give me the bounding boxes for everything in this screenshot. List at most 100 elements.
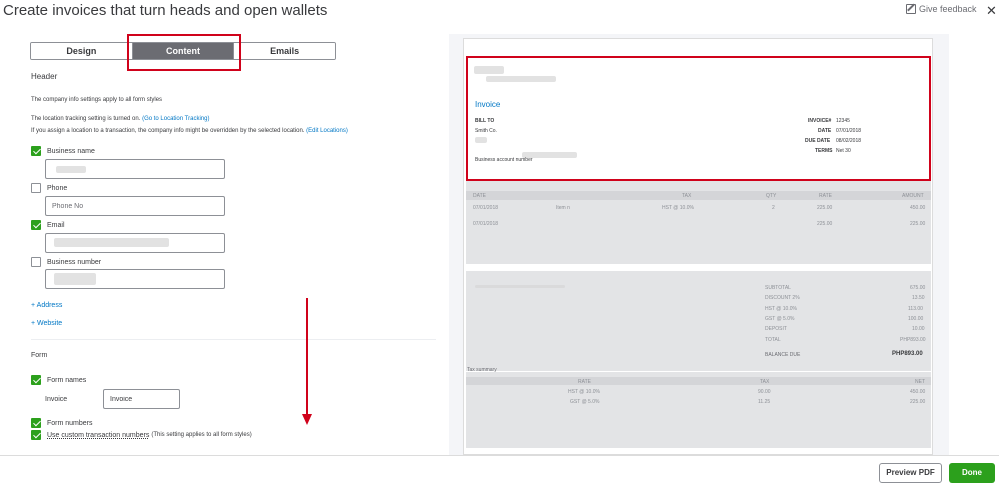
form-names-row: Form names — [31, 375, 86, 385]
tax-summary-title: Tax summary — [467, 367, 497, 373]
row2-amount: 225.00 — [910, 221, 926, 227]
business-name-row: Business name — [31, 146, 95, 156]
tax-col-net: NET — [915, 379, 925, 385]
content-tab-highlight-box — [127, 34, 241, 71]
tax-row2-rate: GST @ 5.0% — [570, 399, 600, 405]
due-date-value: 08/02/2018 — [836, 138, 862, 144]
discount-value: 13.50 — [912, 295, 925, 301]
tab-design[interactable]: Design — [31, 43, 133, 59]
custom-numbers-note: (This setting applies to all form styles… — [151, 432, 252, 438]
email-row: Email — [31, 220, 65, 230]
hst-label: HST @ 10.0% — [765, 306, 797, 312]
col-date: DATE — [473, 193, 486, 199]
location-override-note: If you assign a location to a transactio… — [31, 128, 348, 134]
company-info-note: The company info settings apply to all f… — [31, 97, 163, 103]
invoice-number-value: 12345 — [836, 118, 850, 124]
add-address-link[interactable]: + Address — [31, 302, 62, 309]
edit-locations-link[interactable]: (Edit Locations) — [306, 128, 348, 134]
col-rate: RATE — [819, 193, 832, 199]
col-qty: QTY — [766, 193, 777, 199]
balance-due-label: BALANCE DUE — [765, 352, 801, 358]
terms-value: Net 30 — [836, 148, 851, 154]
redacted-company-info — [486, 76, 556, 82]
form-numbers-checkbox[interactable] — [31, 418, 41, 428]
form-numbers-label: Form numbers — [47, 419, 93, 427]
phone-row: Phone — [31, 183, 67, 193]
tax-row2-tax: 11.25 — [758, 399, 771, 405]
form-names-label: Form names — [47, 376, 87, 384]
row1-amount: 450.00 — [910, 205, 926, 211]
tax-row1-net: 450.00 — [910, 389, 926, 395]
terms-label: TERMS — [815, 148, 833, 154]
email-label: Email — [47, 221, 65, 229]
customer-name: Smith Co. — [475, 128, 497, 134]
preview-pdf-button[interactable]: Preview PDF — [879, 463, 942, 483]
hst-value: 113.00 — [908, 306, 923, 312]
done-button[interactable]: Done — [949, 463, 995, 483]
row2-date: 07/01/2018 — [473, 221, 499, 227]
location-tracking-text: The location tracking setting is turned … — [31, 116, 141, 122]
invoice-date-value: 07/01/2018 — [836, 128, 862, 134]
content-settings-panel: Design Content Emails Header The company… — [0, 0, 440, 455]
row1-rate: 225.00 — [817, 205, 833, 211]
location-tracking-note: The location tracking setting is turned … — [31, 116, 209, 122]
subtotal-value: 675.00 — [910, 285, 926, 291]
business-number-checkbox[interactable] — [31, 257, 41, 267]
custom-numbers-checkbox[interactable] — [31, 430, 41, 440]
invoice-title: Invoice — [475, 100, 501, 109]
add-website-link[interactable]: + Website — [31, 320, 62, 327]
redacted-business-name — [56, 166, 86, 173]
section-divider — [31, 339, 436, 340]
row2-rate: 225.00 — [817, 221, 833, 227]
tax-row1-rate: HST @ 10.0% — [568, 389, 600, 395]
row1-tax: HST @ 10.0% — [662, 205, 694, 211]
col-tax: TAX — [682, 193, 692, 199]
header-section-title: Header — [31, 72, 58, 81]
business-number-row: Business number — [31, 257, 101, 267]
tax-row2-net: 225.00 — [910, 399, 926, 405]
redacted-message — [475, 285, 565, 288]
redacted-business-number — [54, 273, 96, 285]
location-override-text: If you assign a location to a transactio… — [31, 128, 305, 134]
phone-label: Phone — [47, 184, 68, 192]
business-name-label: Business name — [47, 147, 95, 155]
tax-summary-header — [466, 377, 931, 385]
tab-emails[interactable]: Emails — [234, 43, 335, 59]
form-section-title: Form — [31, 352, 48, 359]
close-icon[interactable]: ✕ — [986, 3, 997, 19]
row1-item: Item n — [556, 205, 570, 211]
invoice-number-label: INVOICE# — [808, 118, 832, 124]
edit-icon — [906, 4, 916, 14]
email-checkbox[interactable] — [31, 220, 41, 230]
redacted-customer-address — [475, 137, 487, 143]
annotation-arrow — [306, 298, 308, 418]
give-feedback-link[interactable]: Give feedback — [906, 4, 977, 14]
phone-field[interactable] — [45, 196, 225, 216]
business-number-label: Business number — [47, 258, 102, 266]
total-value: PHP893.00 — [900, 337, 926, 343]
row1-date: 07/01/2018 — [473, 205, 499, 211]
footer-bar — [0, 455, 999, 490]
phone-checkbox[interactable] — [31, 183, 41, 193]
bill-to-label: BILL TO — [475, 118, 495, 124]
invoice-date-label: DATE — [818, 128, 832, 134]
balance-due-value: PHP893.00 — [892, 351, 923, 357]
discount-label: DISCOUNT 2% — [765, 295, 800, 301]
total-label: TOTAL — [765, 337, 781, 343]
deposit-label: DEPOSIT — [765, 326, 787, 332]
business-name-checkbox[interactable] — [31, 146, 41, 156]
go-to-location-tracking-link[interactable]: (Go to Location Tracking) — [142, 116, 209, 122]
tax-col-rate: RATE — [578, 379, 591, 385]
due-date-label: DUE DATE — [805, 138, 831, 144]
deposit-value: 10.00 — [912, 326, 925, 332]
col-amount: AMOUNT — [902, 193, 924, 199]
gst-label: GST @ 5.0% — [765, 316, 795, 322]
custom-numbers-label: Use custom transaction numbers — [47, 431, 150, 439]
form-names-checkbox[interactable] — [31, 375, 41, 385]
invoice-header-highlight-box — [466, 56, 931, 181]
invoice-name-field[interactable] — [103, 389, 180, 409]
gst-value: 100.00 — [908, 316, 924, 322]
line-items-header — [466, 191, 931, 200]
give-feedback-label: Give feedback — [919, 4, 977, 14]
custom-numbers-row: Use custom transaction numbers (This set… — [31, 430, 252, 440]
